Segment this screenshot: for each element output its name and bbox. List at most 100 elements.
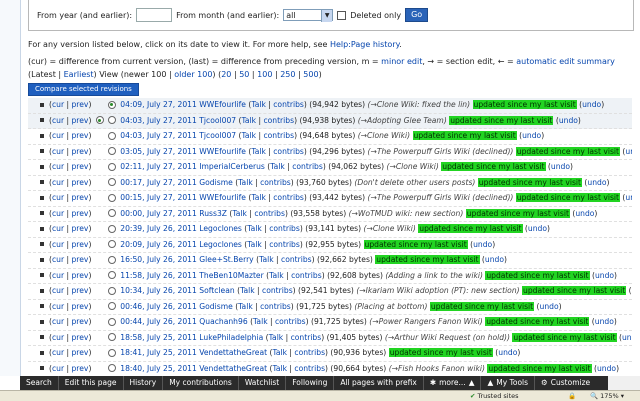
revision-date-link[interactable]: 20:09, July 26, 2011 (120, 240, 197, 249)
go-button[interactable]: Go (405, 8, 428, 22)
user-contribs-link[interactable]: contribs (269, 224, 300, 233)
toolbar-more[interactable]: ✱more...▲ (424, 376, 482, 390)
cur-link[interactable]: cur (52, 317, 64, 326)
user-talk-link[interactable]: Talk (272, 364, 287, 373)
compare-to-radio[interactable] (108, 240, 116, 248)
prev-link[interactable]: prev (71, 348, 88, 357)
revision-date-link[interactable]: 00:46, July 26, 2011 (120, 302, 197, 311)
undo-link[interactable]: undo (625, 147, 632, 156)
prev-link[interactable]: prev (71, 333, 88, 342)
limit-20-link[interactable]: 20 (221, 70, 231, 79)
undo-link[interactable]: undo (595, 317, 614, 326)
user-link[interactable]: Tjcool007 (199, 116, 236, 125)
toolbar-watchlist[interactable]: Watchlist (239, 376, 286, 390)
undo-link[interactable]: undo (622, 333, 632, 342)
user-contribs-link[interactable]: contribs (273, 193, 304, 202)
help-page-history-link[interactable]: Help:Page history (330, 40, 399, 49)
user-talk-link[interactable]: Talk (242, 131, 257, 140)
cur-link[interactable]: cur (52, 255, 64, 264)
revision-date-link[interactable]: 03:05, July 27, 2011 (120, 147, 197, 156)
user-talk-link[interactable]: Talk (247, 240, 262, 249)
prev-link[interactable]: prev (71, 364, 88, 373)
prev-link[interactable]: prev (71, 302, 88, 311)
user-contribs-link[interactable]: contribs (273, 147, 304, 156)
user-talk-link[interactable]: Talk (251, 147, 266, 156)
revision-date-link[interactable]: 00:15, July 27, 2011 (120, 193, 197, 202)
user-talk-link[interactable]: Talk (269, 271, 284, 280)
user-link[interactable]: Godisme (199, 302, 233, 311)
user-talk-link[interactable]: Talk (238, 302, 253, 311)
undo-link[interactable]: undo (625, 193, 632, 202)
toolbar-history[interactable]: History (124, 376, 164, 390)
deleted-only-checkbox[interactable] (337, 11, 346, 20)
prev-link[interactable]: prev (71, 224, 88, 233)
compare-to-radio[interactable] (108, 163, 116, 171)
user-link[interactable]: Godisme (199, 178, 233, 187)
prev-link[interactable]: prev (71, 147, 88, 156)
user-link[interactable]: Quachanh96 (199, 317, 247, 326)
user-link[interactable]: Glee+St.Berry (199, 255, 253, 264)
prev-link[interactable]: prev (71, 131, 88, 140)
user-link[interactable]: Legoclones (199, 240, 242, 249)
undo-link[interactable]: undo (522, 131, 541, 140)
minor-edit-link[interactable]: minor edit (381, 57, 422, 66)
cur-link[interactable]: cur (52, 162, 64, 171)
cur-link[interactable]: cur (52, 286, 64, 295)
revision-date-link[interactable]: 18:40, July 25, 2011 (120, 364, 197, 373)
cur-link[interactable]: cur (52, 100, 64, 109)
undo-link[interactable]: undo (575, 209, 594, 218)
compare-to-radio[interactable] (108, 225, 116, 233)
revision-date-link[interactable]: 00:44, July 26, 2011 (120, 317, 197, 326)
undo-link[interactable]: undo (540, 302, 559, 311)
user-contribs-link[interactable]: contribs (291, 333, 322, 342)
undo-link[interactable]: undo (582, 100, 601, 109)
limit-50-link[interactable]: 50 (239, 70, 249, 79)
limit-250-link[interactable]: 250 (280, 70, 295, 79)
compare-to-radio[interactable] (108, 147, 116, 155)
user-link[interactable]: TheBen10Mazter (199, 271, 263, 280)
compare-from-radio[interactable] (96, 116, 104, 124)
limit-100-link[interactable]: 100 (257, 70, 272, 79)
cur-link[interactable]: cur (52, 302, 64, 311)
compare-to-radio[interactable] (108, 318, 116, 326)
user-link[interactable]: Tjcool007 (199, 131, 236, 140)
user-link[interactable]: VendettatheGreat (199, 348, 267, 357)
prev-link[interactable]: prev (71, 193, 88, 202)
cur-link[interactable]: cur (52, 193, 64, 202)
undo-link[interactable]: undo (551, 162, 570, 171)
user-contribs-link[interactable]: contribs (273, 100, 304, 109)
prev-link[interactable]: prev (71, 286, 88, 295)
user-talk-link[interactable]: Talk (253, 317, 268, 326)
limit-500-link[interactable]: 500 (303, 70, 318, 79)
user-talk-link[interactable]: Talk (259, 255, 274, 264)
revision-date-link[interactable]: 00:00, July 27, 2011 (120, 209, 197, 218)
compare-to-radio[interactable] (108, 364, 116, 372)
cur-link[interactable]: cur (52, 147, 64, 156)
compare-to-radio[interactable] (108, 116, 116, 124)
compare-to-radio[interactable] (108, 349, 116, 357)
compare-to-radio[interactable] (108, 302, 116, 310)
toolbar-search[interactable]: Search (20, 376, 59, 390)
toolbar-edit-page[interactable]: Edit this page (59, 376, 124, 390)
compare-to-radio[interactable] (108, 194, 116, 202)
prev-link[interactable]: prev (71, 116, 88, 125)
cur-link[interactable]: cur (52, 116, 64, 125)
undo-link[interactable]: undo (559, 116, 578, 125)
revision-date-link[interactable]: 04:03, July 27, 2011 (120, 131, 197, 140)
undo-link[interactable]: undo (473, 240, 492, 249)
user-contribs-link[interactable]: contribs (291, 271, 322, 280)
user-talk-link[interactable]: Talk (272, 348, 287, 357)
cur-link[interactable]: cur (52, 348, 64, 357)
revision-date-link[interactable]: 16:50, July 26, 2011 (120, 255, 197, 264)
prev-link[interactable]: prev (71, 100, 88, 109)
user-contribs-link[interactable]: contribs (263, 131, 294, 140)
year-input[interactable] (136, 8, 172, 22)
cur-link[interactable]: cur (52, 364, 64, 373)
user-contribs-link[interactable]: contribs (281, 255, 312, 264)
toolbar-my-tools[interactable]: ▲My Tools (481, 376, 535, 390)
automatic-edit-summary-link[interactable]: automatic edit summary (516, 57, 615, 66)
user-link[interactable]: WWEfourlife (199, 100, 246, 109)
toolbar-all-pages-prefix[interactable]: All pages with prefix (334, 376, 423, 390)
prev-link[interactable]: prev (71, 255, 88, 264)
revision-date-link[interactable]: 18:58, July 25, 2011 (120, 333, 197, 342)
